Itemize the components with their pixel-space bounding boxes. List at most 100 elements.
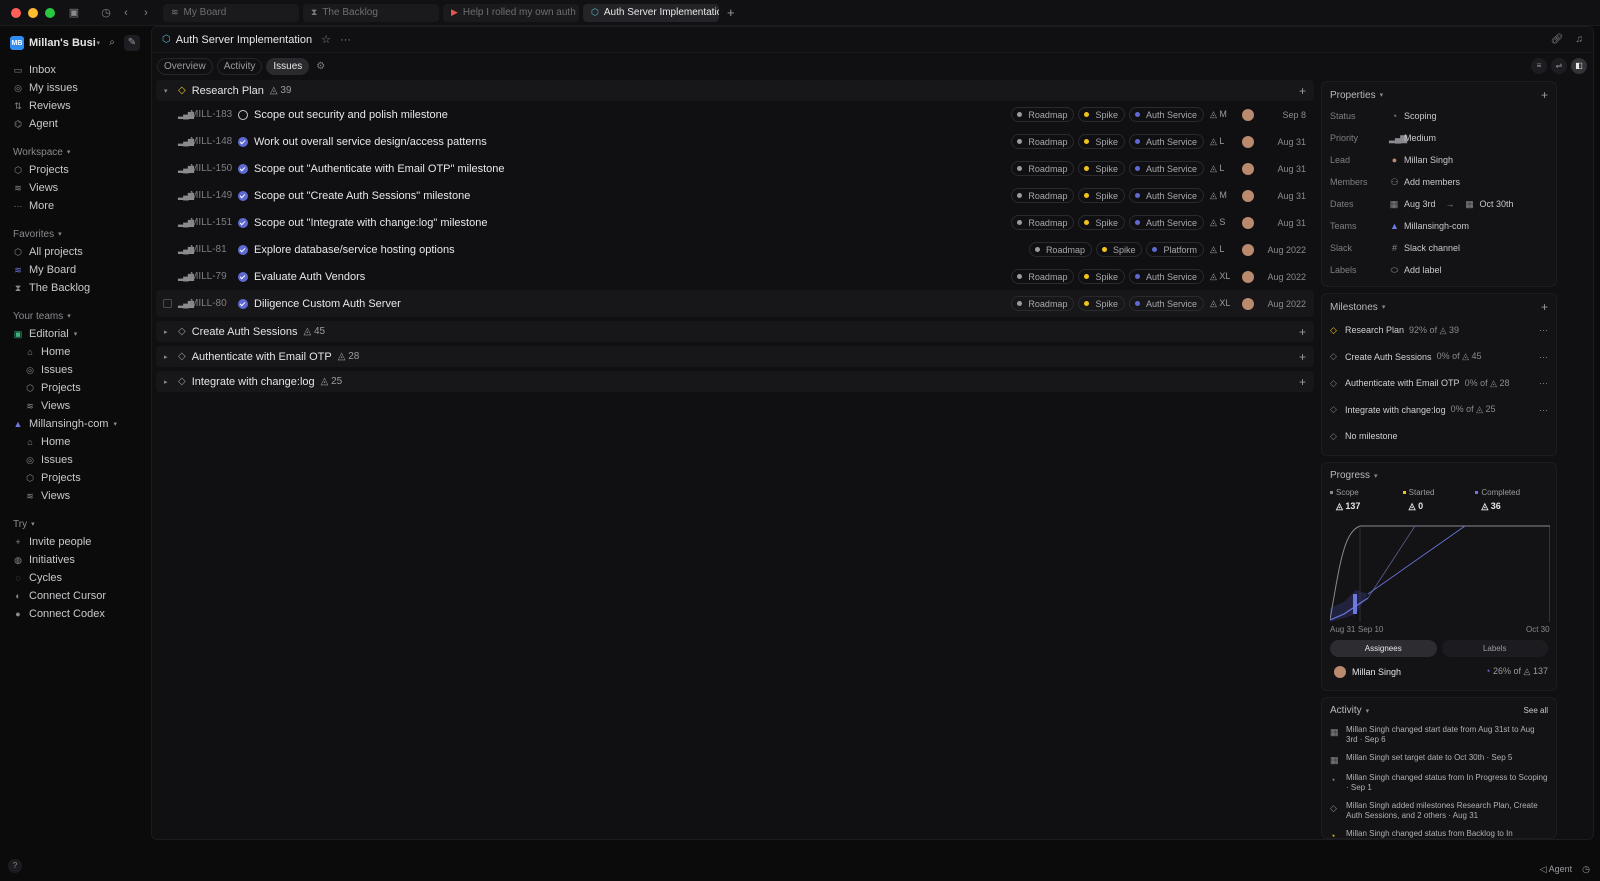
add-milestone-icon[interactable]: + <box>1541 300 1548 314</box>
tab-the-backlog[interactable]: ⧗ The Backlog <box>303 3 439 22</box>
link-icon[interactable]: 🔗︎ <box>1551 34 1564 45</box>
label-chip[interactable]: Roadmap <box>1011 161 1075 176</box>
sidebar-item-cycles[interactable]: ◌ Cycles <box>0 569 142 587</box>
more-icon[interactable]: ··· <box>1539 352 1548 362</box>
see-all-link[interactable]: See all <box>1524 706 1548 715</box>
avatar[interactable] <box>1242 270 1254 283</box>
sidebar-item-the-backlog[interactable]: ⧗ The Backlog <box>0 279 142 297</box>
issue-row[interactable]: ▂▄▆ MILL-149 Scope out "Create Auth Sessio… <box>156 182 1314 209</box>
more-icon[interactable]: ··· <box>1539 325 1548 335</box>
sidebar-item-editorial-issues[interactable]: ◎ Issues <box>0 361 142 379</box>
add-issue-icon[interactable]: + <box>1299 350 1306 364</box>
label-chip[interactable]: Auth Service <box>1128 269 1204 284</box>
no-milestone-row[interactable]: ◇ No milestone <box>1330 423 1548 450</box>
sidebar-item-msc-issues[interactable]: ◎ Issues <box>0 451 142 469</box>
avatar[interactable] <box>1242 162 1254 175</box>
priority-icon[interactable]: ▂▄▆ <box>178 137 194 146</box>
label-chip[interactable]: Spike <box>1078 269 1125 284</box>
tab-activity[interactable]: Activity <box>216 57 263 75</box>
bell-icon[interactable]: ♫ <box>1576 34 1584 45</box>
add-icon[interactable]: + <box>1541 88 1548 102</box>
avatar[interactable] <box>1242 189 1254 202</box>
chevron-right-icon[interactable]: ▸ <box>164 328 174 336</box>
property-labels[interactable]: Labels ⬭ Add label <box>1330 259 1548 281</box>
section-favorites[interactable]: Favorites ▾ <box>0 225 148 243</box>
tab-auth-server[interactable]: ⬡ Auth Server Implementation <box>583 3 719 22</box>
chevron-right-icon[interactable]: ▸ <box>164 353 174 361</box>
assignee-row[interactable]: Millan Singh ◔ 26% of ◬ 137 <box>1330 659 1548 685</box>
label-chip[interactable]: Roadmap <box>1011 107 1075 122</box>
display-options-icon[interactable]: ⇌ <box>1551 58 1567 74</box>
add-issue-icon[interactable]: + <box>1299 375 1306 389</box>
label-chip[interactable]: Auth Service <box>1128 296 1204 311</box>
workspace-switcher[interactable]: MB Millan's Busine... ▾ ⌕ ✎ <box>0 30 148 56</box>
section-your-teams[interactable]: Your teams ▾ <box>0 307 148 325</box>
property-priority[interactable]: Priority ▂▄▆ Medium <box>1330 127 1548 149</box>
status-done-icon[interactable] <box>238 190 248 201</box>
label-chip[interactable]: Roadmap <box>1011 134 1075 149</box>
priority-icon[interactable]: ▂▄▆ <box>178 191 194 200</box>
issue-checkbox[interactable] <box>163 299 172 308</box>
section-workspace[interactable]: Workspace ▾ <box>0 143 148 161</box>
back-icon[interactable]: ‹ <box>117 7 135 19</box>
sidebar-item-initiatives[interactable]: ◍ Initiatives <box>0 551 142 569</box>
add-issue-icon[interactable]: + <box>1299 325 1306 339</box>
priority-icon[interactable]: ▂▄▆ <box>178 218 194 227</box>
priority-icon[interactable]: ▂▄▆ <box>178 272 194 281</box>
tab-overview[interactable]: Overview <box>157 57 213 75</box>
label-chip[interactable]: Roadmap <box>1028 242 1092 257</box>
sidebar-item-editorial-views[interactable]: ≋ Views <box>0 397 142 415</box>
avatar[interactable] <box>1242 135 1254 148</box>
milestone-row[interactable]: ◇ Create Auth Sessions 0% of ◬ 45 ··· <box>1330 344 1548 371</box>
label-chip[interactable]: Spike <box>1078 161 1125 176</box>
status-done-icon[interactable] <box>238 298 248 309</box>
chevron-down-icon[interactable]: ▾ <box>164 87 174 95</box>
label-chip[interactable]: Auth Service <box>1128 134 1204 149</box>
status-done-icon[interactable] <box>238 163 248 174</box>
target-date[interactable]: Oct 30th <box>1480 199 1514 209</box>
label-chip[interactable]: Auth Service <box>1128 107 1204 122</box>
team-millansingh-com[interactable]: ▲ Millansingh-com ▾ <box>0 415 142 433</box>
sidebar-item-all-projects[interactable]: ⬡ All projects <box>0 243 142 261</box>
label-chip[interactable]: Roadmap <box>1011 269 1075 284</box>
milestone-row[interactable]: ◇ Authenticate with Email OTP 0% of ◬ 28 ··… <box>1330 370 1548 397</box>
new-tab-icon[interactable]: + <box>727 5 735 20</box>
label-chip[interactable]: Spike <box>1078 134 1125 149</box>
label-chip[interactable]: Roadmap <box>1011 296 1075 311</box>
issue-row[interactable]: ▂▄▆ MILL-79 Evaluate Auth Vendors Roadmap Sp… <box>156 263 1314 290</box>
sidebar-item-msc-views[interactable]: ≋ Views <box>0 487 142 505</box>
milestone-group[interactable]: ▸ ◇ Integrate with change:log ◬ 25 + <box>156 371 1314 392</box>
sidebar-item-more[interactable]: ··· More <box>0 197 142 215</box>
label-chip[interactable]: Spike <box>1078 107 1125 122</box>
settings-icon[interactable]: ⚙ <box>316 61 325 72</box>
details-panel-icon[interactable]: ◧ <box>1571 58 1587 74</box>
avatar[interactable] <box>1242 216 1254 229</box>
milestone-group[interactable]: ▾ ◇ Research Plan ◬ 39 + <box>156 80 1314 101</box>
close-window-button[interactable] <box>11 7 21 18</box>
progress-header[interactable]: Progress ▾ <box>1330 466 1548 486</box>
sidebar-item-inbox[interactable]: ▭ Inbox <box>0 61 142 79</box>
label-chip[interactable]: Spike <box>1078 296 1125 311</box>
start-date[interactable]: Aug 3rd <box>1404 199 1436 209</box>
tab-my-board[interactable]: ≋ My Board <box>163 3 299 22</box>
tab-issues[interactable]: Issues <box>266 57 310 75</box>
help-icon[interactable]: ? <box>8 859 22 873</box>
issue-row[interactable]: ▂▄▆ MILL-151 Scope out "Integrate with cha… <box>156 209 1314 236</box>
sidebar-item-my-issues[interactable]: ◎ My issues <box>0 79 142 97</box>
section-try[interactable]: Try ▾ <box>0 515 148 533</box>
sidebar-item-connect-codex[interactable]: ● Connect Codex <box>0 605 142 623</box>
more-icon[interactable]: ··· <box>1539 405 1548 415</box>
milestone-group[interactable]: ▸ ◇ Authenticate with Email OTP ◬ 28 + <box>156 346 1314 367</box>
status-done-icon[interactable] <box>238 217 248 228</box>
property-slack[interactable]: Slack # Slack channel <box>1330 237 1548 259</box>
issue-row[interactable]: ▂▄▆ MILL-148 Work out overall service desi… <box>156 128 1314 155</box>
milestone-group[interactable]: ▸ ◇ Create Auth Sessions ◬ 45 + <box>156 321 1314 342</box>
forward-icon[interactable]: › <box>137 7 155 19</box>
team-editorial[interactable]: ▣ Editorial ▾ <box>0 325 142 343</box>
star-icon[interactable]: ☆ <box>321 33 331 46</box>
status-done-icon[interactable] <box>238 271 248 282</box>
label-chip[interactable]: Spike <box>1078 215 1125 230</box>
status-done-icon[interactable] <box>238 244 248 255</box>
sidebar-item-editorial-home[interactable]: ⌂ Home <box>0 343 142 361</box>
more-icon[interactable]: ··· <box>1539 378 1548 388</box>
